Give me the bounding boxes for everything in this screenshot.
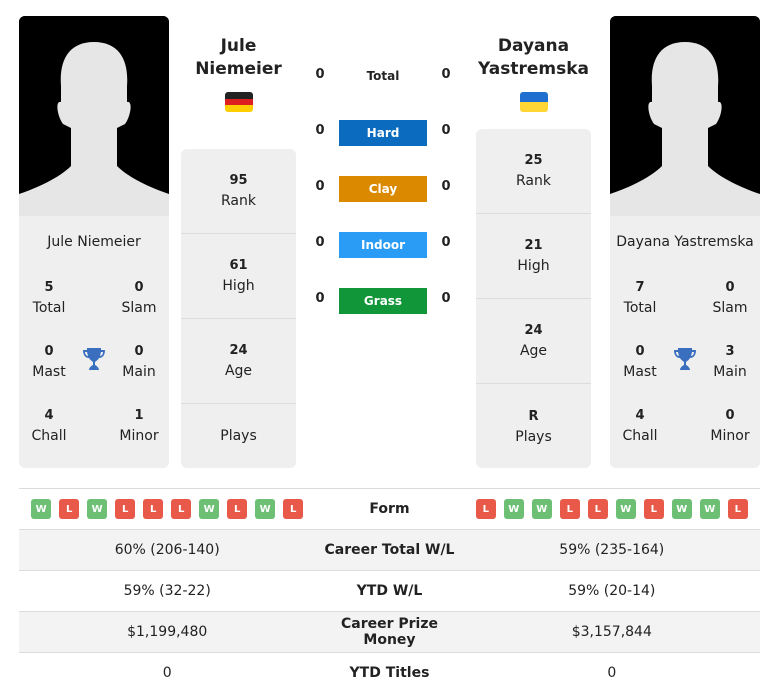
comparison-table: WLWLLLWLWL Form LWWLLWLWWL 60% (206-140)…: [19, 488, 760, 694]
player2-prize-money: $3,157,844: [463, 611, 760, 653]
player2-career-wl: 59% (235-164): [463, 529, 760, 571]
h2h-hard-p1: 0: [315, 123, 325, 138]
player2-titles-main: 3 Main: [713, 344, 747, 380]
silhouette-icon: [19, 16, 169, 216]
win-badge[interactable]: W: [615, 499, 636, 519]
loss-badge[interactable]: L: [115, 499, 136, 519]
player1-titles-total: 5 Total: [32, 280, 66, 316]
win-badge[interactable]: W: [199, 499, 220, 519]
player1-titles-mast: 0 Mast: [32, 344, 66, 380]
table-row: $1,199,480 Career Prize Money $3,157,844: [19, 611, 760, 653]
player2-rank: 25 Rank: [476, 129, 591, 214]
player1-ytd-titles: 0: [19, 652, 316, 694]
h2h-grass-p1: 0: [315, 291, 325, 306]
loss-badge[interactable]: L: [143, 499, 164, 519]
win-badge[interactable]: W: [255, 499, 276, 519]
silhouette-icon: [610, 16, 760, 216]
player1-titles-main: 0 Main: [122, 344, 156, 380]
table-row: 60% (206-140) Career Total W/L 59% (235-…: [19, 529, 760, 571]
player2-ytd-titles: 0: [463, 652, 760, 694]
player1-titles-minor: 1 Minor: [119, 408, 159, 444]
loss-badge[interactable]: L: [727, 499, 748, 519]
player2-full-name: Dayana Yastremska: [616, 234, 754, 250]
player2-titles-chall: 4 Chall: [622, 408, 658, 444]
loss-badge[interactable]: L: [227, 499, 248, 519]
row-label: Career Total W/L: [315, 529, 464, 571]
player1-high: 61 High: [181, 234, 296, 319]
win-badge[interactable]: W: [699, 499, 720, 519]
player2-titles-mast: 0 Mast: [623, 344, 657, 380]
player1-photo: [19, 16, 169, 216]
player1-ytd-wl: 59% (32-22): [19, 570, 316, 612]
player1-titles-chall: 4 Chall: [31, 408, 67, 444]
h2h-total-label: Total: [366, 69, 400, 83]
loss-badge[interactable]: L: [559, 499, 580, 519]
player1-first-name: Jule: [220, 36, 257, 56]
win-badge[interactable]: W: [87, 499, 108, 519]
player1-last-name: Niemeier: [195, 59, 282, 79]
germany-flag-icon: [225, 92, 253, 112]
loss-badge[interactable]: L: [283, 499, 304, 519]
player2-form: LWWLLWLWWL: [464, 499, 760, 519]
h2h-indoor-p1: 0: [315, 235, 325, 250]
player1-rank: 95 Rank: [181, 149, 296, 234]
player1-titles-slam: 0 Slam: [121, 280, 157, 316]
player2-age: 24 Age: [476, 299, 591, 384]
surface-grass-button[interactable]: Grass: [339, 288, 427, 314]
surface-clay-button[interactable]: Clay: [339, 176, 427, 202]
player1-prize-money: $1,199,480: [19, 611, 316, 653]
h2h-indoor-p2: 0: [441, 235, 451, 250]
player2-first-name: Dayana: [497, 36, 570, 56]
row-label: Career Prize Money: [315, 611, 464, 653]
player2-plays: R Plays: [515, 408, 552, 445]
player2-titles-minor: 0 Minor: [710, 408, 750, 444]
table-row: 0 YTD Titles 0: [19, 652, 760, 694]
win-badge[interactable]: W: [671, 499, 692, 519]
player1-career-wl: 60% (206-140): [19, 529, 316, 571]
player2-last-name: Yastremska: [478, 59, 589, 79]
player1-card: Jule Niemeier 5 Total 0 Slam 0 Mast 0 Main 4…: [19, 16, 169, 468]
win-badge[interactable]: W: [531, 499, 552, 519]
row-label: YTD W/L: [315, 570, 464, 612]
row-label: YTD Titles: [315, 652, 464, 694]
h2h-clay-p1: 0: [315, 179, 325, 194]
surface-hard-button[interactable]: Hard: [339, 120, 427, 146]
player1-full-name: Jule Niemeier: [47, 234, 141, 250]
loss-badge[interactable]: L: [59, 499, 80, 519]
player2-titles-slam: 0 Slam: [712, 280, 748, 316]
h2h-grass-p2: 0: [441, 291, 451, 306]
player1-form: WLWLLLWLWL: [19, 499, 315, 519]
player1-age: 24 Age: [181, 319, 296, 404]
player2-name-heading[interactable]: Dayana Yastremska: [476, 35, 591, 81]
player1-name-heading[interactable]: Jule Niemeier: [181, 35, 296, 81]
player2-stats: 25 Rank 21 High 24 Age R Plays: [476, 129, 591, 468]
h2h-total-p2: 0: [441, 67, 451, 82]
h2h-total-p1: 0: [315, 67, 325, 82]
player1-stats: 95 Rank 61 High 24 Age Plays: [181, 149, 296, 468]
loss-badge[interactable]: L: [475, 499, 496, 519]
h2h-clay-p2: 0: [441, 179, 451, 194]
loss-badge[interactable]: L: [643, 499, 664, 519]
h2h-hard-p2: 0: [441, 123, 451, 138]
trophy-icon: [82, 346, 106, 376]
win-badge[interactable]: W: [503, 499, 524, 519]
player2-high: 21 High: [476, 214, 591, 299]
player2-card: Dayana Yastremska 7 Total 0 Slam 0 Mast 3 Ma…: [610, 16, 760, 468]
player2-ytd-wl: 59% (20-14): [463, 570, 760, 612]
loss-badge[interactable]: L: [587, 499, 608, 519]
loss-badge[interactable]: L: [171, 499, 192, 519]
surface-indoor-button[interactable]: Indoor: [339, 232, 427, 258]
trophy-icon: [673, 346, 697, 376]
player1-plays: Plays: [220, 428, 257, 444]
player2-titles-total: 7 Total: [623, 280, 657, 316]
win-badge[interactable]: W: [31, 499, 52, 519]
form-label: Form: [315, 488, 464, 530]
form-row: WLWLLLWLWL Form LWWLLWLWWL: [19, 488, 760, 530]
table-row: 59% (32-22) YTD W/L 59% (20-14): [19, 570, 760, 612]
player2-photo: [610, 16, 760, 216]
ukraine-flag-icon: [520, 92, 548, 112]
